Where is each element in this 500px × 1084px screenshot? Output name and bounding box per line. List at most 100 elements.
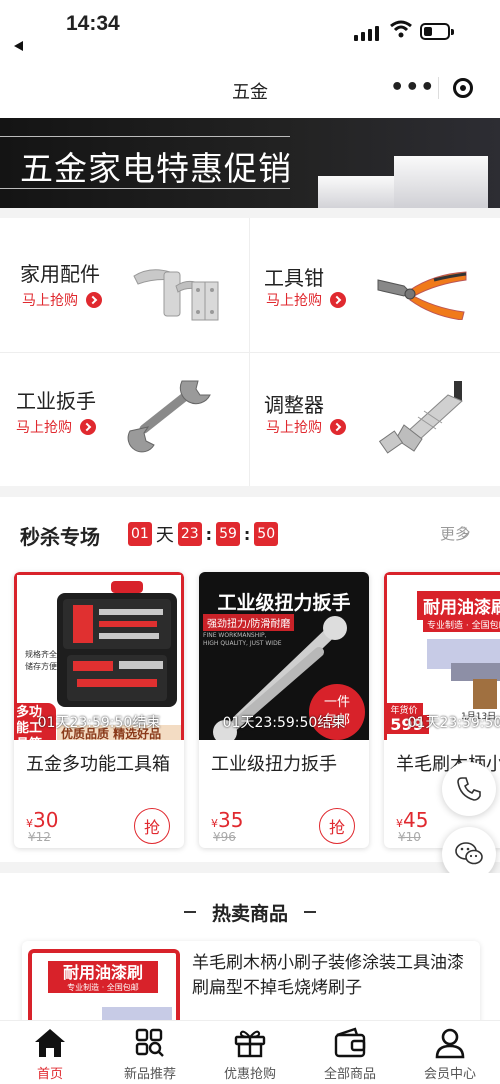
arrow-right-icon — [86, 292, 102, 308]
title-dash — [304, 911, 316, 913]
category-name: 工具钳 — [264, 266, 324, 290]
ellipsis-icon[interactable]: ••• — [388, 68, 438, 108]
buy-now-link[interactable]: 马上抢购 — [266, 290, 346, 310]
wrench-icon — [127, 380, 211, 453]
buy-now-label: 马上抢购 — [16, 420, 72, 436]
grab-button[interactable]: 抢 — [319, 808, 355, 844]
category-household[interactable]: 家用配件 马上抢购 — [0, 218, 249, 351]
thumb-label: 耐用油漆刷 — [62, 963, 143, 982]
grid-search-icon — [135, 1028, 164, 1057]
home-icon — [35, 1029, 65, 1057]
target-icon[interactable] — [438, 68, 488, 108]
banner-line-bottom — [0, 188, 290, 189]
gift-icon — [234, 1030, 266, 1058]
seckill-title: 秒杀专场 — [20, 525, 100, 549]
arrow-right-icon — [80, 419, 96, 435]
seckill-section: 秒杀专场 01 天 23 : 59 : 50 更多 规格齐全 储存方便 多功能工… — [0, 497, 500, 862]
back-icon[interactable] — [14, 41, 23, 51]
status-time: 14:34 — [66, 12, 120, 35]
category-pliers[interactable]: 工具钳 马上抢购 — [250, 218, 499, 351]
product-price: ¥45 — [396, 808, 428, 832]
phone-button[interactable] — [442, 762, 496, 816]
product-countdown: 01天23:59:50结束 — [407, 715, 500, 731]
arrow-right-icon — [330, 292, 346, 308]
product-countdown: 01天23:59:50结束 — [37, 715, 161, 731]
buy-now-link[interactable]: 马上抢购 — [22, 290, 102, 310]
product-price: ¥35 — [211, 808, 243, 832]
signal-icon — [354, 26, 379, 41]
price-value: 45 — [403, 808, 429, 832]
tab-new[interactable]: 新品推荐 — [100, 1021, 200, 1084]
thumb-banner: 耐用油漆刷 专业制造 · 全国包邮 — [48, 961, 158, 993]
hot-item-title: 羊毛刷木柄小刷子装修涂装工具油漆刷扁型不掉毛烧烤刷子 — [192, 953, 464, 998]
tab-label: 新品推荐 — [123, 1067, 176, 1082]
user-icon — [435, 1028, 465, 1059]
promo-banner[interactable]: 五金家电特惠促销 — [0, 118, 500, 208]
banner-box-large — [394, 156, 488, 208]
currency-symbol: ¥ — [26, 817, 33, 830]
banner-box-small — [318, 176, 396, 208]
img-label: 工业级扭力扳手 — [217, 592, 351, 614]
product-old-price: ¥96 — [213, 830, 236, 844]
category-grid: 家用配件 马上抢购 工具钳 马上抢购 工业扳手 马上抢购 调整器 马上抢购 — [0, 218, 500, 486]
category-name: 工业扳手 — [16, 389, 96, 413]
img-sub: 专业制造 · 全国包邮 — [423, 617, 500, 632]
tab-deals[interactable]: 优惠抢购 — [200, 1021, 300, 1084]
door-handle-icon — [133, 269, 219, 321]
price-value: 30 — [33, 808, 59, 832]
mini-program-capsule: ••• — [388, 68, 488, 108]
tab-label: 全部商品 — [323, 1067, 376, 1082]
category-wrench[interactable]: 工业扳手 马上抢购 — [0, 353, 249, 486]
countdown-days: 01 — [128, 522, 152, 546]
tab-bar: 首页 新品推荐 优惠抢购 全部商品 会员中心 — [0, 1020, 500, 1084]
hot-title: 热卖商品 — [211, 903, 288, 925]
category-regulator[interactable]: 调整器 马上抢购 — [250, 353, 499, 486]
wechat-icon — [455, 842, 483, 865]
tab-label: 优惠抢购 — [223, 1067, 276, 1082]
tab-all[interactable]: 全部商品 — [300, 1021, 400, 1084]
banner-text: 五金家电特惠促销 — [20, 149, 292, 188]
thumb-sub: 专业制造 · 全国包邮 — [67, 983, 139, 992]
wifi-icon — [390, 20, 412, 38]
regulator-icon — [378, 381, 463, 454]
phone-icon — [457, 777, 481, 801]
buy-now-link[interactable]: 马上抢购 — [266, 417, 346, 437]
status-bar: 14:34 — [0, 0, 500, 60]
countdown-colon: : — [205, 524, 213, 544]
currency-symbol: ¥ — [396, 817, 403, 830]
buy-now-link[interactable]: 马上抢购 — [16, 417, 96, 437]
grab-button[interactable]: 抢 — [134, 808, 170, 844]
banner-line-top — [0, 136, 290, 137]
seckill-countdown: 01 天 23 : 59 : 50 — [128, 521, 279, 547]
buy-now-label: 马上抢购 — [22, 293, 78, 309]
hot-item-image: 耐用油漆刷 专业制造 · 全国包邮 — [28, 949, 180, 1031]
tab-member[interactable]: 会员中心 — [400, 1021, 500, 1084]
hot-section: 热卖商品 耐用油漆刷 专业制造 · 全国包邮 羊毛刷木柄小刷子装修涂装工具油漆刷… — [0, 873, 500, 1031]
product-card[interactable]: 工业级扭力扳手 强劲扭力/防滑耐磨 FINE WORKMANSHIP, HIGH… — [199, 572, 369, 848]
product-countdown: 01天23:59:50结束 — [222, 715, 346, 731]
wallet-icon — [334, 1027, 366, 1058]
buy-now-label: 马上抢购 — [266, 293, 322, 309]
hot-item[interactable]: 耐用油漆刷 专业制造 · 全国包邮 羊毛刷木柄小刷子装修涂装工具油漆刷扁型不掉毛… — [22, 941, 480, 1031]
product-name: 工业级扭力扳手 — [211, 754, 337, 775]
countdown-seconds: 50 — [254, 522, 279, 546]
img-note: 储存方便 — [25, 662, 57, 671]
buy-now-label: 马上抢购 — [266, 420, 322, 436]
category-name: 调整器 — [264, 393, 324, 417]
countdown-colon: : — [243, 524, 251, 544]
img-label: 耐用油漆刷 — [417, 591, 500, 620]
countdown-day-unit: 天 — [155, 525, 174, 546]
product-old-price: ¥10 — [398, 830, 421, 844]
paintbrush-image — [427, 639, 500, 709]
product-price: ¥30 — [26, 808, 58, 832]
arrow-right-icon — [330, 419, 346, 435]
product-card[interactable]: 规格齐全 储存方便 多功能工具箱 优质品质 精选好品 01天23:59:50结束… — [14, 572, 184, 848]
tab-home[interactable]: 首页 — [0, 1021, 100, 1084]
pliers-icon — [377, 271, 467, 320]
tab-label: 会员中心 — [423, 1067, 476, 1082]
product-old-price: ¥12 — [28, 830, 51, 844]
product-name: 五金多功能工具箱 — [26, 754, 170, 775]
category-name: 家用配件 — [20, 262, 100, 286]
tab-label: 首页 — [36, 1067, 63, 1082]
img-note: 规格齐全 — [25, 650, 57, 659]
